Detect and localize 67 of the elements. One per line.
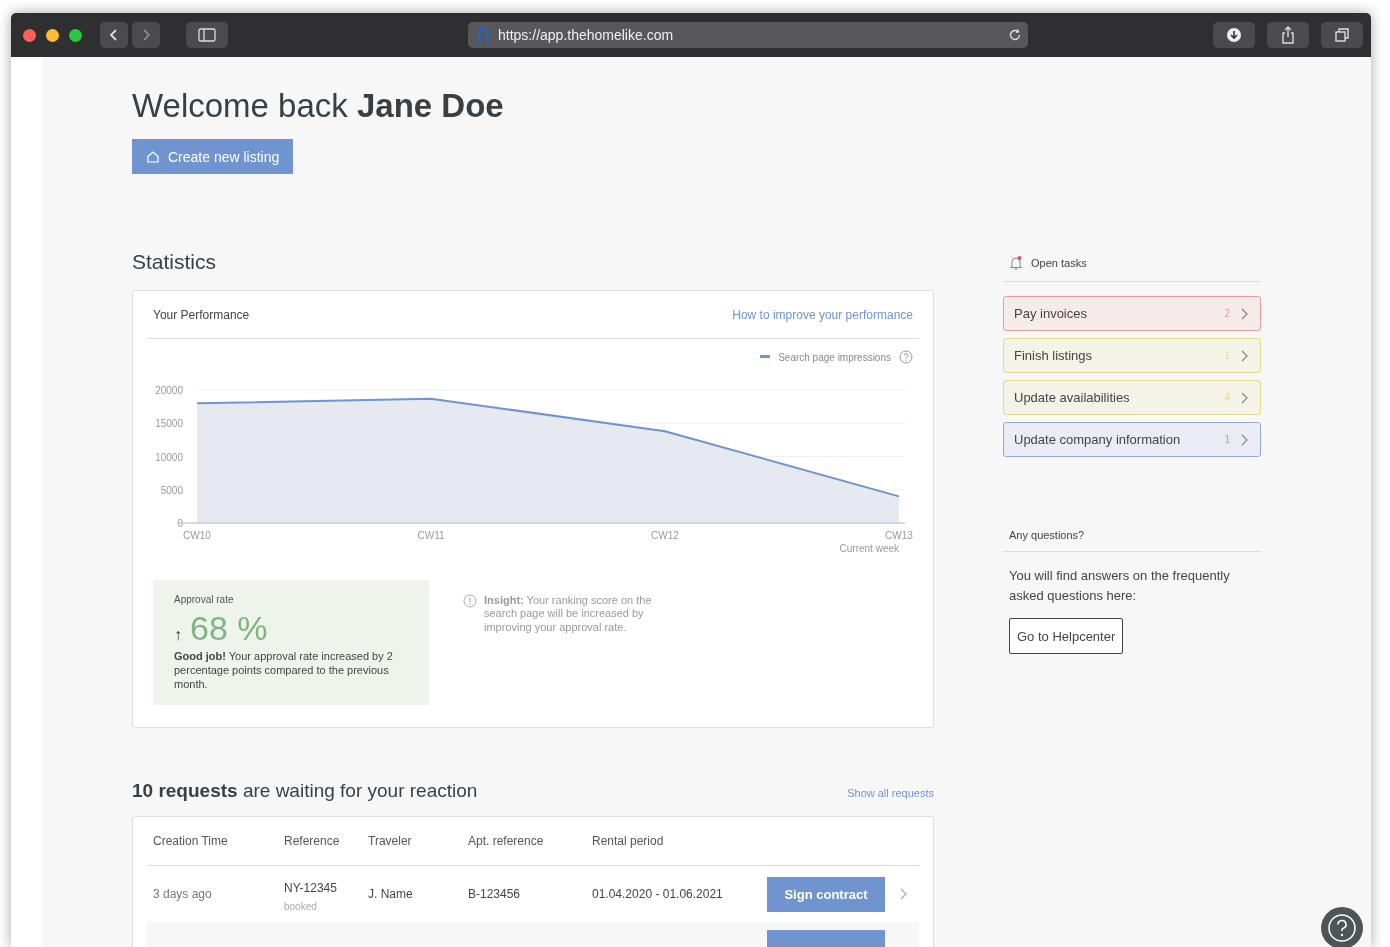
questions-title: Any questions?	[1003, 529, 1261, 552]
close-icon[interactable]	[23, 28, 36, 42]
legend-line-icon	[760, 355, 771, 359]
share-icon	[1280, 26, 1296, 44]
column-header: Creation Time	[153, 834, 229, 849]
task-item[interactable]: Pay invoices 2	[1003, 296, 1261, 331]
download-button[interactable]	[1213, 22, 1255, 48]
y-tick-label: 15000	[155, 418, 183, 430]
reload-icon[interactable]	[1008, 28, 1022, 42]
traveler-cell-text: J. Name	[368, 887, 414, 902]
zoom-icon[interactable]	[69, 28, 82, 42]
x-tick-label: CW13	[885, 530, 913, 541]
site-logo-icon	[474, 26, 492, 44]
insight-text: Insight: Your ranking score on the search page will be increased by improving your approval rate.	[484, 594, 653, 635]
task-item[interactable]: Finish listings 1	[1003, 338, 1261, 373]
welcome-heading: Welcome back Jane Doe	[132, 87, 505, 125]
back-button[interactable]	[100, 22, 128, 48]
section-title: Statistics	[132, 250, 218, 274]
task-item[interactable]: Update company information 1	[1003, 422, 1261, 457]
rental-period-cell-text: 01.04.2020 - 01.06.2021	[592, 887, 724, 902]
y-tick-label: 20000	[155, 385, 183, 396]
chevron-right-icon	[140, 28, 152, 42]
y-tick-label: 0	[177, 518, 183, 529]
column-header: Apt. reference	[468, 834, 545, 849]
reference-cell-text: NY-12345	[284, 880, 338, 895]
help-icon[interactable]	[1321, 907, 1363, 947]
open-tasks-title: Open tasks	[1031, 257, 1087, 269]
tabs-icon	[1334, 27, 1350, 43]
x-tick-label: CW12	[651, 530, 679, 541]
home-icon	[146, 149, 160, 164]
sidebar-icon	[198, 28, 216, 42]
column-header: Traveler	[368, 834, 413, 849]
chevron-right-icon	[1240, 432, 1250, 447]
requests-heading: 10 requests are waiting for your reaction	[132, 780, 478, 803]
helpcenter-button[interactable]: Go to Helpcenter	[1009, 618, 1124, 655]
creation-time-cell-text: 3 days ago	[153, 887, 213, 902]
questions-text: You will find answers on the frequently asked questions here:	[1009, 567, 1231, 606]
chevron-right-icon	[1240, 306, 1250, 321]
apt-reference-cell-text: B-123456	[468, 887, 522, 902]
chevron-right-icon	[1240, 348, 1250, 363]
address-bar[interactable]: https://app.thehomelike.com	[468, 22, 1028, 48]
legend-label: Search page impressions	[778, 351, 891, 363]
download-icon	[1226, 27, 1242, 43]
chevron-left-icon	[108, 28, 120, 42]
approval-title: Approval rate	[174, 594, 235, 605]
info-icon	[463, 594, 477, 608]
card-title: Your Performance	[153, 307, 250, 322]
status-label: booked	[284, 900, 318, 912]
approval-description: Good job! Your approval rate increased by 2 percentage points compared to the previous month.	[174, 650, 394, 692]
url-text: https://app.thehomelike.com	[498, 27, 675, 43]
up-arrow-icon: ↑	[174, 626, 182, 644]
x-tick-label: CW10	[183, 530, 211, 541]
sidebar-button[interactable]	[186, 22, 228, 48]
approval-value: 68 %	[190, 609, 268, 648]
task-item[interactable]: Update availabilities 4	[1003, 380, 1261, 415]
y-tick-label: 5000	[160, 484, 183, 496]
minimize-icon[interactable]	[46, 28, 59, 42]
current-week-note: Current week	[839, 543, 899, 554]
x-tick-label: CW11	[417, 530, 445, 541]
y-tick-label: 10000	[155, 451, 183, 463]
bell-icon	[1009, 255, 1023, 271]
share-button[interactable]	[1267, 22, 1309, 48]
forward-button[interactable]	[132, 22, 160, 48]
column-header: Rental period	[592, 834, 665, 849]
tabs-button[interactable]	[1321, 22, 1363, 48]
column-header: Reference	[284, 834, 341, 849]
chevron-right-icon	[1240, 390, 1250, 405]
